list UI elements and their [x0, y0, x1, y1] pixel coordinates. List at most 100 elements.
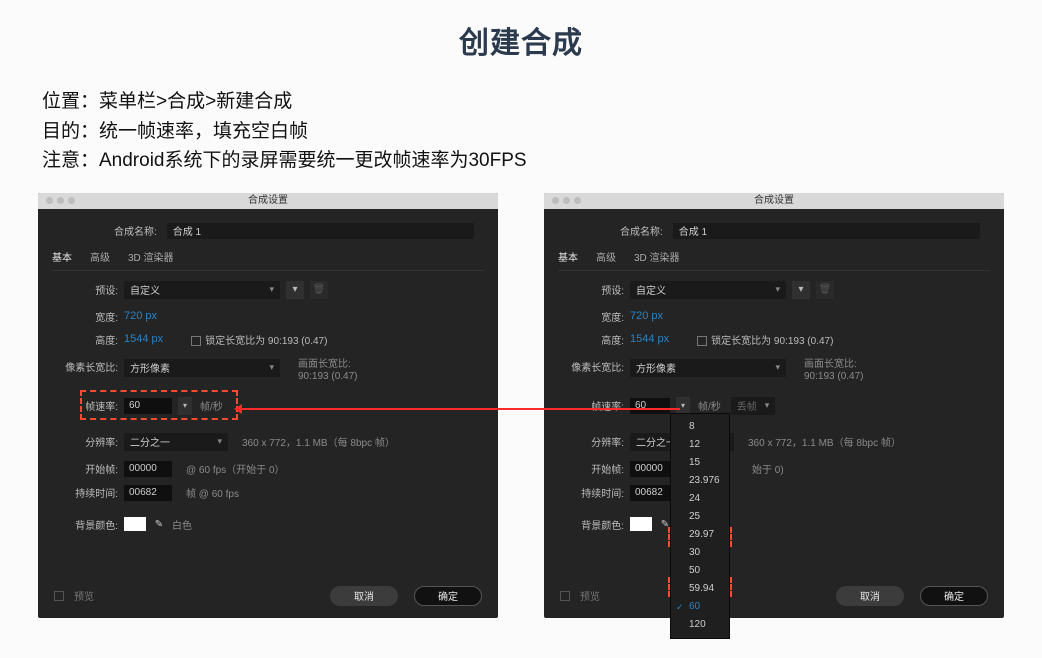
framerate-label: 帧速率:	[558, 398, 630, 413]
par-select[interactable]: 方形像素▾	[630, 359, 786, 377]
preset-select[interactable]: 自定义▾	[630, 281, 786, 299]
chevron-down-icon: ▾	[681, 401, 685, 410]
framerate-option[interactable]: 30	[671, 544, 729, 562]
window-dot-icon	[57, 197, 64, 204]
intro-line-location: 位置：菜单栏>合成>新建合成	[42, 88, 1042, 116]
tab-basic[interactable]: 基本	[52, 249, 72, 264]
cancel-button[interactable]: 取消	[330, 586, 398, 606]
cancel-button[interactable]: 取消	[836, 586, 904, 606]
start-frame-info: 始于 0)	[752, 461, 784, 476]
start-frame-input[interactable]: 00000	[124, 461, 172, 477]
tab-basic[interactable]: 基本	[558, 249, 578, 264]
chevron-down-icon: ▾	[269, 362, 274, 373]
chevron-down-icon: ▾	[183, 401, 187, 410]
chevron-down-icon: ▾	[775, 284, 780, 295]
framerate-option[interactable]: 24	[671, 490, 729, 508]
save-preset-icon[interactable]: ▾	[286, 281, 304, 299]
lock-aspect-label: 锁定长宽比为 90:193 (0.47)	[205, 336, 327, 347]
dropframe-select[interactable]: 丢帧▾	[731, 397, 776, 415]
framerate-option[interactable]: 23.976	[671, 472, 729, 490]
preset-select[interactable]: 自定义▾	[124, 281, 280, 299]
dialog-title: 合成设置	[754, 195, 794, 206]
window-dot-icon	[552, 197, 559, 204]
dialog-title: 合成设置	[248, 195, 288, 206]
framerate-input[interactable]: 60	[124, 398, 172, 414]
bg-color-name: 白色	[172, 517, 192, 532]
resolution-info: 360 x 772，1.1 MB（每 8bpc 帧）	[242, 434, 395, 449]
comp-name-label: 合成名称:	[620, 223, 663, 238]
framerate-dropdown-button[interactable]: ▾	[178, 397, 192, 415]
width-label: 宽度:	[558, 309, 630, 324]
window-dot-icon	[46, 197, 53, 204]
framerate-option[interactable]: 8	[671, 418, 729, 436]
framerate-option[interactable]: 12	[671, 436, 729, 454]
lock-aspect-checkbox[interactable]	[191, 336, 201, 346]
framerate-option[interactable]: 15	[671, 454, 729, 472]
tab-3d-renderer[interactable]: 3D 渲染器	[634, 249, 680, 264]
frame-aspect-value: 90:193 (0.47)	[804, 371, 864, 382]
duration-input[interactable]: 00682	[124, 485, 172, 501]
bg-color-label: 背景颜色:	[52, 517, 124, 532]
dialog-titlebar: 合成设置	[544, 193, 1004, 209]
tab-advanced[interactable]: 高级	[90, 249, 110, 264]
lock-aspect-label: 锁定长宽比为 90:193 (0.47)	[711, 336, 833, 347]
chevron-down-icon: ▾	[775, 362, 780, 373]
page-title: 创建合成	[0, 0, 1042, 62]
eyedropper-icon[interactable]: ✎	[152, 517, 166, 531]
dialog-titlebar: 合成设置	[38, 193, 498, 209]
framerate-unit: 帧/秒	[200, 398, 223, 413]
framerate-option[interactable]: 59.94	[671, 580, 729, 598]
delete-preset-icon[interactable]: 🗑	[310, 281, 328, 299]
chevron-down-icon: ▾	[217, 436, 222, 447]
framerate-input[interactable]: 60	[630, 398, 670, 414]
intro-line-purpose: 目的：统一帧速率，填充空白帧	[42, 118, 1042, 146]
par-select[interactable]: 方形像素▾	[124, 359, 280, 377]
preview-checkbox[interactable]	[54, 591, 64, 601]
framerate-unit: 帧/秒	[698, 398, 721, 413]
frame-aspect-value: 90:193 (0.47)	[298, 371, 358, 382]
start-frame-label: 开始帧:	[52, 461, 124, 476]
framerate-option-selected[interactable]: 60	[671, 598, 729, 616]
framerate-label: 帧速率:	[52, 398, 124, 413]
par-label: 像素长宽比:	[52, 359, 124, 374]
bg-color-swatch[interactable]	[630, 517, 652, 531]
lock-aspect-checkbox[interactable]	[697, 336, 707, 346]
preview-checkbox[interactable]	[560, 591, 570, 601]
resolution-select[interactable]: 二分之一▾	[124, 433, 228, 451]
window-dot-icon	[574, 197, 581, 204]
framerate-option[interactable]: 50	[671, 562, 729, 580]
start-frame-label: 开始帧:	[558, 461, 630, 476]
height-label: 高度:	[52, 332, 124, 347]
preset-label: 预设:	[558, 282, 630, 297]
tab-3d-renderer[interactable]: 3D 渲染器	[128, 249, 174, 264]
par-label: 像素长宽比:	[558, 359, 630, 374]
ok-button[interactable]: 确定	[920, 586, 988, 606]
preview-label: 预览	[74, 588, 94, 603]
height-value[interactable]: 1544 px	[124, 333, 163, 345]
window-dot-icon	[68, 197, 75, 204]
intro-block: 位置：菜单栏>合成>新建合成 目的：统一帧速率，填充空白帧 注意：Android…	[42, 88, 1042, 175]
width-value[interactable]: 720 px	[630, 310, 663, 322]
preset-label: 预设:	[52, 282, 124, 297]
comp-name-input[interactable]: 合成 1	[673, 223, 980, 239]
resolution-info: 360 x 772，1.1 MB（每 8bpc 帧）	[748, 434, 901, 449]
framerate-dropdown[interactable]: 8 12 15 23.976 24 25 29.97 30 50 59.94 6…	[670, 413, 730, 639]
comp-name-input[interactable]: 合成 1	[167, 223, 474, 239]
framerate-option[interactable]: 120	[671, 616, 729, 634]
delete-preset-icon[interactable]: 🗑	[816, 281, 834, 299]
comp-name-label: 合成名称:	[114, 223, 157, 238]
duration-info: 帧 @ 60 fps	[186, 485, 239, 500]
window-dot-icon	[563, 197, 570, 204]
width-value[interactable]: 720 px	[124, 310, 157, 322]
duration-label: 持续时间:	[558, 485, 630, 500]
resolution-label: 分辨率:	[52, 434, 124, 449]
framerate-option[interactable]: 25	[671, 508, 729, 526]
height-value[interactable]: 1544 px	[630, 333, 669, 345]
resolution-label: 分辨率:	[558, 434, 630, 449]
ok-button[interactable]: 确定	[414, 586, 482, 606]
framerate-option[interactable]: 29.97	[671, 526, 729, 544]
bg-color-swatch[interactable]	[124, 517, 146, 531]
tab-advanced[interactable]: 高级	[596, 249, 616, 264]
frame-aspect-label: 画面长宽比:	[298, 359, 351, 370]
save-preset-icon[interactable]: ▾	[792, 281, 810, 299]
